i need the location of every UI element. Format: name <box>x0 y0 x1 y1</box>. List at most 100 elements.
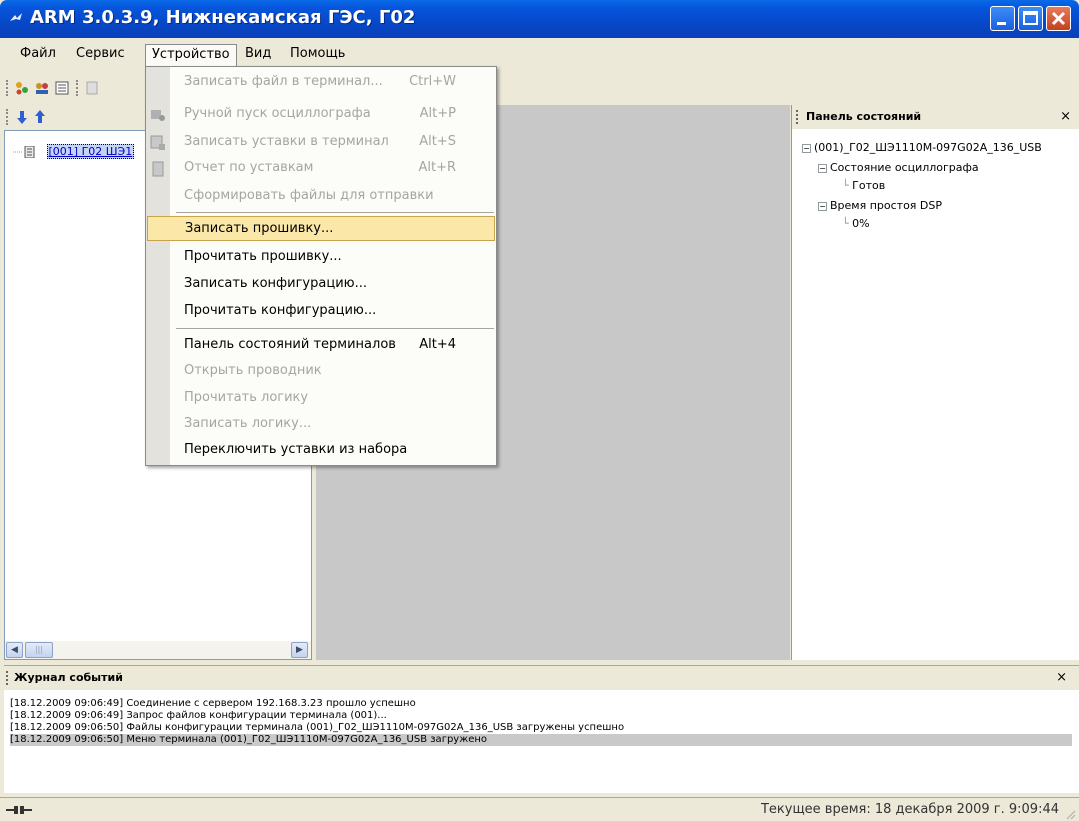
log-entry[interactable]: [18.12.2009 09:06:50] Файлы конфигурации… <box>10 722 624 734</box>
menu-item-label: Записать уставки в терминал <box>184 134 389 149</box>
scroll-right-button[interactable]: ▶ <box>291 642 308 658</box>
collapse-icon[interactable]: − <box>818 201 827 211</box>
menu-item-settings-report[interactable]: Отчет по уставкам Alt+R <box>170 155 496 181</box>
close-icon <box>1051 11 1066 26</box>
device-menu-dropdown: Записать файл в терминал... Ctrl+W Ручно… <box>145 66 497 466</box>
tree-item-terminal[interactable]: [001] Г02 ШЭ1 <box>13 144 135 159</box>
menu-view[interactable]: Вид <box>239 44 277 66</box>
log-entry-selected[interactable]: [18.12.2009 09:06:50] Меню терминала (00… <box>10 734 1072 746</box>
horizontal-scrollbar[interactable]: ◀ ||| ▶ <box>5 641 311 659</box>
event-log-header: Журнал событий × <box>4 666 1079 690</box>
status-tree-node-oscillograph[interactable]: − Состояние осциллографа <box>818 161 979 174</box>
menu-item-open-explorer[interactable]: Открыть проводник <box>170 358 496 384</box>
menu-item-label: Прочитать логику <box>184 390 309 405</box>
menu-item-read-logic[interactable]: Прочитать логику <box>170 385 496 411</box>
menu-item-write-file[interactable]: Записать файл в терминал... Ctrl+W <box>170 69 496 95</box>
menu-service[interactable]: Сервис <box>70 44 131 66</box>
menu-item-label: Прочитать прошивку... <box>184 249 342 264</box>
menu-icon-gutter <box>146 67 170 465</box>
menu-item-label: Записать логику... <box>184 416 312 431</box>
log-entry[interactable]: [18.12.2009 09:06:49] Соединение с серве… <box>10 698 416 710</box>
menu-item-status-panel[interactable]: Панель состояний терминалов Alt+4 <box>170 332 496 358</box>
status-tree-leaf[interactable]: └ Готов <box>842 179 885 192</box>
menu-item-write-logic[interactable]: Записать логику... <box>170 411 496 437</box>
status-panel-title: Панель состояний <box>806 110 922 123</box>
arrow-down-icon[interactable] <box>14 109 30 125</box>
users-icon[interactable] <box>34 80 50 96</box>
arrow-up-icon[interactable] <box>32 109 48 125</box>
menu-item-label: Записать конфигурацию... <box>184 276 367 291</box>
log-entry[interactable]: [18.12.2009 09:06:49] Запрос файлов конф… <box>10 710 387 722</box>
document-icon[interactable] <box>84 80 100 96</box>
title-bar: ARM 3.0.3.9, Нижнекамская ГЭС, Г02 <box>0 0 1079 38</box>
connect-icon[interactable] <box>14 80 30 96</box>
menu-item-generate-files[interactable]: Сформировать файлы для отправки <box>170 183 496 209</box>
oscillograph-icon <box>151 110 165 121</box>
status-tree-node-dsp[interactable]: − Время простоя DSP <box>818 199 942 212</box>
status-panel-header: Панель состояний × <box>792 105 1079 129</box>
menu-item-manual-oscillograph[interactable]: Ручной пуск осциллографа Alt+P <box>170 101 496 127</box>
status-panel: Панель состояний × − (001)_Г02_ШЭ1110М-09… <box>791 105 1079 660</box>
status-leaf-value: 0% <box>852 217 870 230</box>
menu-separator <box>176 212 494 213</box>
scroll-left-button[interactable]: ◀ <box>6 642 23 658</box>
menu-item-shortcut: Alt+4 <box>419 337 456 352</box>
connection-icon <box>6 806 32 814</box>
menu-file[interactable]: Файл <box>14 44 62 66</box>
write-settings-icon <box>150 135 165 150</box>
menu-item-shortcut: Ctrl+W <box>409 74 456 89</box>
minimize-icon <box>997 22 1006 25</box>
status-leaf-value: Готов <box>852 179 886 192</box>
maximize-icon <box>1023 11 1038 25</box>
close-button[interactable] <box>1046 6 1071 31</box>
main-toolbar <box>4 76 154 100</box>
status-tree-root[interactable]: − (001)_Г02_ШЭ1110М-097G02A_136_USB <box>802 141 1042 154</box>
menu-item-label: Записать прошивку... <box>185 221 334 236</box>
current-time: Текущее время: 18 декабря 2009 г. 9:09:4… <box>760 802 1059 817</box>
collapse-icon[interactable]: − <box>818 163 827 173</box>
properties-icon[interactable] <box>54 80 70 96</box>
tree-toolbar-grip[interactable] <box>6 109 8 125</box>
toolbar-separator <box>76 80 78 96</box>
tree-item-label: [001] Г02 ШЭ1 <box>46 144 135 159</box>
menu-device[interactable]: Устройство <box>145 44 237 66</box>
event-log-close-button[interactable]: × <box>1056 666 1067 690</box>
menu-help[interactable]: Помощь <box>284 44 351 66</box>
status-bar: Текущее время: 18 декабря 2009 г. 9:09:4… <box>0 797 1079 821</box>
menu-item-label: Открыть проводник <box>184 363 322 378</box>
status-panel-grip[interactable] <box>796 110 798 124</box>
menu-item-label: Переключить уставки из набора <box>184 442 408 457</box>
menu-bar: Файл Сервис Устройство Вид Помощь <box>4 44 1075 66</box>
status-panel-close-button[interactable]: × <box>1060 105 1071 129</box>
event-log-grip[interactable] <box>6 671 8 685</box>
collapse-icon[interactable]: − <box>802 143 811 153</box>
resize-grip-icon[interactable] <box>1064 808 1076 820</box>
menu-item-label: Панель состояний терминалов <box>184 337 396 352</box>
menu-item-switch-settings[interactable]: Переключить уставки из набора <box>170 437 496 463</box>
app-icon <box>10 13 22 21</box>
minimize-button[interactable] <box>990 6 1015 31</box>
status-tree-leaf[interactable]: └ 0% <box>842 217 870 230</box>
event-log-title: Журнал событий <box>14 671 123 684</box>
terminal-icon <box>13 145 35 159</box>
menu-item-write-config[interactable]: Записать конфигурацию... <box>170 271 496 297</box>
toolbar-grip[interactable] <box>6 80 8 96</box>
menu-item-label: Сформировать файлы для отправки <box>184 188 434 203</box>
scroll-thumb[interactable]: ||| <box>25 642 53 658</box>
status-node-label: Состояние осциллографа <box>830 161 979 174</box>
menu-item-shortcut: Alt+P <box>419 106 456 121</box>
status-node-label: Время простоя DSP <box>830 199 942 212</box>
menu-item-label: Отчет по уставкам <box>184 160 314 175</box>
status-root-label: (001)_Г02_ШЭ1110М-097G02A_136_USB <box>814 141 1042 154</box>
menu-item-label: Записать файл в терминал... <box>184 74 383 89</box>
event-log-panel: Журнал событий × [18.12.2009 09:06:49] С… <box>4 665 1079 793</box>
menu-separator <box>176 328 494 329</box>
maximize-button[interactable] <box>1018 6 1043 31</box>
menu-item-read-config[interactable]: Прочитать конфигурацию... <box>170 298 496 324</box>
menu-item-write-settings[interactable]: Записать уставки в терминал Alt+S <box>170 129 496 155</box>
menu-item-shortcut: Alt+S <box>419 134 456 149</box>
report-icon <box>152 161 164 177</box>
menu-item-label: Ручной пуск осциллографа <box>184 106 371 121</box>
menu-item-read-firmware[interactable]: Прочитать прошивку... <box>170 244 496 270</box>
menu-item-write-firmware[interactable]: Записать прошивку... <box>147 216 495 241</box>
